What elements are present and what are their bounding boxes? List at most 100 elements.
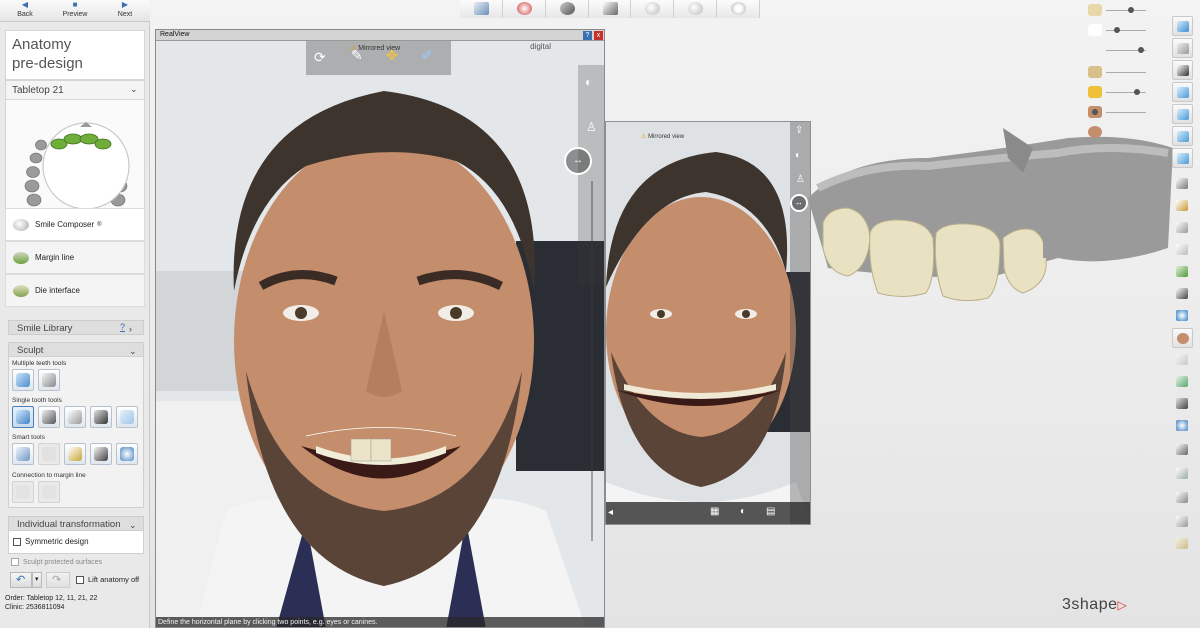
tool-button[interactable] [1172,218,1193,238]
tooth-chart[interactable] [5,100,145,210]
tool-button[interactable] [1172,488,1193,508]
close-button[interactable]: x [594,31,603,40]
cap-button[interactable] [1172,60,1193,80]
tool-button[interactable] [1172,372,1193,392]
toolbar-button-6[interactable] [674,0,718,18]
help-button[interactable]: ? [583,31,592,40]
slider-row[interactable] [1088,24,1154,38]
toolbar-button-7[interactable] [717,0,761,18]
redo-button[interactable]: ↷ [46,572,70,588]
wax-knife-tool[interactable] [38,406,60,428]
slider-row[interactable] [1088,4,1154,18]
tool-button[interactable] [1172,262,1193,282]
face-toggle-button[interactable] [1172,328,1193,348]
tool-button[interactable] [1172,196,1193,216]
slider-knob[interactable] [1138,47,1144,53]
step-smile-composer[interactable]: Smile Composer ® [5,208,145,241]
connection-tool-2[interactable] [38,481,60,503]
individual-transformation-body: Symmetric design [8,530,144,554]
next-button[interactable]: ▶ Next [100,0,150,21]
morph-tool[interactable] [116,406,138,428]
undo-button[interactable]: ↶ [10,572,32,588]
tool-button[interactable] [1172,174,1193,194]
fit-view-button[interactable] [1172,16,1193,36]
video-icon[interactable]: ◂ [608,507,613,518]
view-top-button[interactable] [1172,126,1193,146]
patient-photo[interactable]: ⟳ ✎ ✥ ✐ ⚠ Mirrored view digital ◐ ♙ ↔ De… [156,41,604,627]
view-bottom-button[interactable] [1172,148,1193,168]
slider-row[interactable] [1088,66,1154,80]
smart-gingiva-tool[interactable] [116,443,138,465]
tool-button[interactable] [1172,394,1193,414]
tool-button[interactable] [1172,284,1193,304]
grid-icon[interactable]: ▦ [710,506,719,517]
checkbox-box [13,537,21,546]
tooth-mask-icon[interactable]: ◐ [740,506,746,517]
help-link[interactable]: ? [120,322,125,332]
toolbar-button-2[interactable] [502,0,546,18]
slider-row[interactable] [1088,86,1154,100]
toolbar-button-1[interactable] [460,0,503,18]
dental-3d-model[interactable] [808,128,1173,318]
toolbar-button-4[interactable] [588,0,632,18]
add-remove-tool[interactable] [64,406,86,428]
share-icon[interactable]: ⇪ [795,125,803,136]
slider-knob[interactable] [1092,109,1098,115]
tool-button[interactable] [1172,306,1193,326]
tool-button[interactable] [1172,416,1193,436]
preview-button[interactable]: ■ Preview [50,0,100,21]
comparison-handle[interactable]: ↔ [790,194,808,212]
brush-icon[interactable]: ✐ [421,47,433,64]
warning-icon: ⚠ [350,45,357,52]
tool-button[interactable] [1172,350,1193,370]
toolbar-button-5[interactable] [631,0,675,18]
person-icon[interactable]: ♙ [586,120,597,134]
connection-tool-1[interactable] [12,481,34,503]
tool-button[interactable] [1172,464,1193,484]
slider-row[interactable] [1088,106,1154,120]
back-button[interactable]: ◀ Back [0,0,50,21]
comparison-handle[interactable]: ↔ [564,147,592,175]
die-interface-icon [13,284,29,297]
view-side-button[interactable] [1172,104,1193,124]
smart-connector-tool[interactable] [90,443,112,465]
smooth-tool[interactable] [90,406,112,428]
tooth-mask-icon[interactable]: ◐ [795,150,801,161]
view-button[interactable] [1172,38,1193,58]
notes-icon[interactable]: ▤ [766,506,775,517]
single-move-tool[interactable] [12,406,34,428]
sculpt-header[interactable]: Sculpt ⌄ [8,342,144,357]
undo-dropdown[interactable]: ▾ [32,572,42,588]
tabletop-selector[interactable]: Tabletop 21 ⌄ [5,80,145,100]
occlusion-icon [1088,86,1102,98]
brand-logo: 3shape▷ [1062,596,1128,613]
step-margin-line[interactable]: Margin line [5,241,145,274]
smile-library-header[interactable]: Smile Library ? › [8,320,144,335]
slider-knob[interactable] [1128,7,1134,13]
tool-button[interactable] [1172,512,1193,532]
tool-button[interactable] [1172,240,1193,260]
slider-row[interactable] [1088,44,1154,58]
smart-anatomy-tool[interactable] [12,443,34,465]
view-front-button[interactable] [1172,82,1193,102]
group-label: Single tooth tools [12,397,62,404]
smart-occlusion-tool[interactable] [64,443,86,465]
tool-button[interactable] [1172,534,1193,554]
individual-transformation-header[interactable]: Individual transformation ⌄ [8,516,144,531]
step-die-interface[interactable]: Die interface [5,274,145,307]
sphere-icon [688,2,704,15]
symmetric-design-checkbox[interactable]: Symmetric design [13,537,89,546]
slider-knob[interactable] [1134,89,1140,95]
smart-contact-tool[interactable] [38,443,60,465]
multi-move-tool[interactable] [12,369,34,391]
tooth-mask-icon[interactable]: ◐ [585,75,592,89]
lift-anatomy-checkbox[interactable]: Lift anatomy off [76,575,139,585]
slider-knob[interactable] [1114,27,1120,33]
toolbar-button-3[interactable] [545,0,589,18]
tool-button[interactable] [1172,440,1193,460]
rotate-icon[interactable]: ⟳ [314,49,326,66]
slider-row[interactable] [1088,126,1154,140]
multi-scale-tool[interactable] [38,369,60,391]
person-icon[interactable]: ♙ [796,174,805,185]
comparison-slider-track[interactable] [591,181,593,541]
